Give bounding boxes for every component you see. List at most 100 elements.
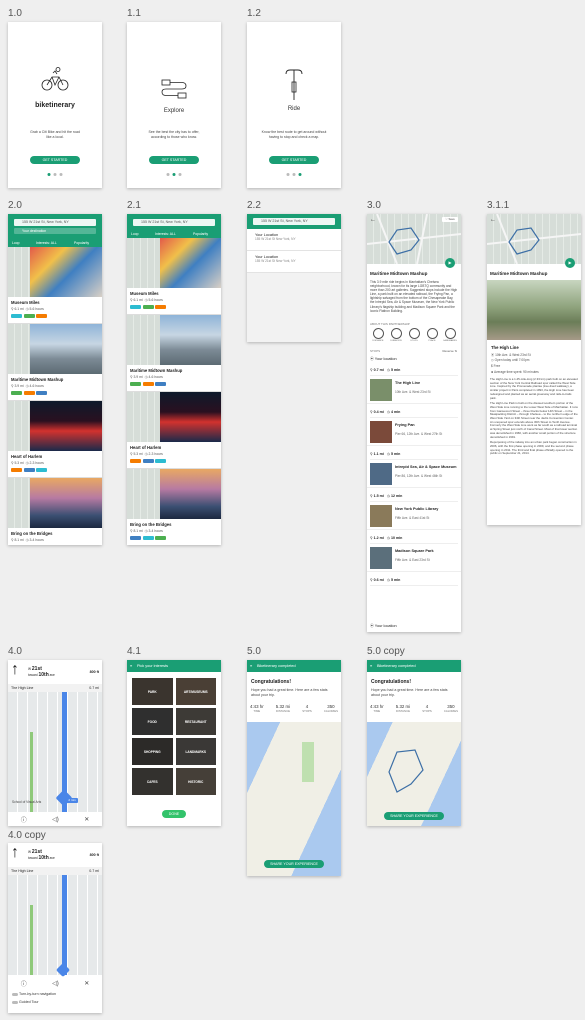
interest-tile[interactable]: CAFES [132, 768, 173, 795]
clock-icon: ◷ [386, 410, 390, 414]
route-card[interactable]: Maritime Midtown Mashup ⚲ 3.9 mi ◷ 4-6 ho… [127, 315, 221, 392]
navigation-map[interactable]: School of Visual Arts 2 min [8, 692, 102, 812]
paragraph: The High Line Park is built on the disus… [490, 401, 578, 439]
menu-icon[interactable]: ≡ [370, 660, 372, 672]
leg-distance: 1.1 mi [373, 452, 384, 456]
location-input[interactable]: 155 W 21st St, New York, NY [133, 219, 215, 226]
trip-stat: 350 CALORIES [444, 704, 458, 713]
completed-header: ≡ Biketinerary completed [367, 660, 461, 672]
interest-tile[interactable]: HISTORIC [175, 768, 216, 795]
turn-up-arrow-icon: ↑ [11, 661, 19, 678]
route-card[interactable]: Maritime Midtown Mashup ⚲ 3.9 mi ◷ 4-6 ho… [8, 324, 102, 401]
route-card[interactable]: Museum Miles ⚲ 6.1 mi ◷ 5-6 hours [8, 247, 102, 324]
interests-filter[interactable]: Interests: ALL [36, 239, 57, 247]
stop-row[interactable]: New York Public Library Fifth Ave. & East… [367, 502, 461, 530]
route-thumb-map [8, 478, 30, 528]
route-card[interactable]: Bring on the Bridges ⚲ 8.1 mi ◷ 3-4 hours [8, 478, 102, 545]
save-button[interactable]: ♡ Save [442, 217, 458, 222]
onboarding-screen-1: biketinerary Grab a Citi Bike and hit th… [8, 22, 102, 188]
stop-address: Pier 86, 12th Ave. & West 46th St [395, 474, 443, 478]
location-input[interactable]: 155 W 21st St, New York, NY [253, 218, 335, 225]
back-arrow-icon[interactable]: ← [490, 217, 496, 223]
toggle-switch[interactable] [12, 1000, 18, 1004]
trip-map[interactable] [367, 722, 461, 826]
bike-rider-icon [41, 67, 69, 91]
share-button[interactable]: SHARE YOUR EXPERIENCE [384, 812, 444, 820]
reverse-label: Reverse [442, 349, 454, 353]
interest-tag [155, 305, 166, 309]
interest-tile[interactable]: FOOD [132, 708, 173, 735]
reverse-button[interactable]: Reverse ⇅ [442, 349, 457, 353]
stop-time-spent: ⧗ Average time spent: 90 minutes [491, 370, 539, 374]
route-stats-icons: DISTANCE DURATION STOPS PLACE LANDMARKS [370, 328, 458, 342]
leg-distance: 0.7 mi [373, 368, 384, 372]
info-icon[interactable]: ⓘ [21, 979, 27, 988]
destination-input[interactable]: Your destination [14, 228, 96, 234]
stat-label: STOPS [410, 340, 418, 342]
nav-mode-option[interactable]: Turn-by-turn navigation [12, 992, 56, 996]
sort-select[interactable]: Popularity [193, 230, 208, 238]
route-card[interactable]: Heart of Harlem ⚲ 5.3 mi ◷ 2-3 hours [127, 392, 221, 469]
share-button[interactable]: SHARE YOUR EXPERIENCE [264, 860, 324, 868]
completed-title: Biketinerary completed [257, 664, 296, 668]
route-card[interactable]: Heart of Harlem ⚲ 5.3 mi ◷ 2-3 hours [8, 401, 102, 478]
turn-instruction: W 21st toward 10th ave [28, 666, 55, 678]
interest-tag [36, 314, 47, 318]
route-title: Museum Miles [130, 291, 159, 296]
stop-row[interactable]: Intrepid Sea, Air & Space Museum Pier 86,… [367, 460, 461, 488]
page-dots [166, 173, 182, 176]
route-card[interactable]: Bring on the Bridges ⚲ 8.1 mi ◷ 3-4 hours [127, 469, 221, 545]
interest-label: FOOD [147, 719, 157, 724]
back-arrow-icon[interactable]: ← [370, 217, 376, 223]
speaker-icon[interactable]: ◁) [52, 816, 59, 823]
stop-row[interactable]: Frying Pan Pier 66, 12th Ave. & West 27th… [367, 418, 461, 446]
nav-controls: ⓘ ◁) ✕ [8, 812, 102, 826]
screen-label: 4.1 [127, 646, 141, 657]
route-distance: 8.1 mi [133, 529, 143, 533]
speaker-icon[interactable]: ◁) [52, 980, 59, 987]
route-map[interactable]: ← ♡ Save ▶ [367, 214, 461, 268]
route-duration: 4-6 hours [29, 384, 44, 388]
menu-icon[interactable]: ≡ [130, 660, 132, 672]
get-started-button[interactable]: GET STARTED [30, 156, 80, 164]
loop-toggle[interactable]: Loop [12, 239, 20, 247]
search-header: 155 W 21st St, New York, NY [247, 214, 341, 229]
interest-tile[interactable]: SHOPPING [132, 738, 173, 765]
start-ride-button[interactable]: ▶ [565, 258, 575, 268]
interest-tile[interactable]: RESTAURANT [175, 708, 216, 735]
nav-mode-option[interactable]: Guided Tour [12, 1000, 39, 1004]
navigation-map[interactable] [8, 875, 102, 978]
interests-filter[interactable]: Interests: ALL [155, 230, 176, 238]
stop-row[interactable]: The High Line 10th Ave. & West 23rd St [367, 376, 461, 404]
sort-select[interactable]: Popularity [74, 239, 89, 247]
stop-row[interactable]: Madison Square Park Fifth Ave. & East 23r… [367, 544, 461, 572]
route-stat-icon: DURATION [388, 328, 404, 342]
route-card[interactable]: Museum Miles ⚲ 6.1 mi ◷ 5-6 hours [127, 238, 221, 315]
loop-toggle[interactable]: Loop [131, 230, 139, 238]
close-icon[interactable]: ✕ [84, 980, 89, 987]
route-duration: 4-6 hours [148, 375, 163, 379]
interest-label: CAFES [146, 779, 158, 784]
get-started-button[interactable]: GET STARTED [269, 156, 319, 164]
option-label: Turn-by-turn navigation [18, 992, 56, 996]
bike-lane [30, 905, 33, 975]
start-ride-button[interactable]: ▶ [445, 258, 455, 268]
option-label: Guided Tour [19, 1000, 39, 1004]
interest-tile[interactable]: LANDMARKS [175, 738, 216, 765]
stat-icon [426, 328, 438, 339]
interest-tile[interactable]: PARK [132, 678, 173, 705]
menu-icon[interactable]: ≡ [250, 660, 252, 672]
info-icon[interactable]: ⓘ [21, 815, 27, 824]
stop-thumb [370, 547, 392, 569]
close-icon[interactable]: ✕ [84, 816, 89, 823]
route-map[interactable]: ← ▶ [487, 214, 581, 268]
trip-map[interactable] [247, 722, 341, 876]
done-button[interactable]: DONE [162, 810, 186, 818]
interest-tile[interactable]: ART/MUSEUMS [175, 678, 216, 705]
get-started-button[interactable]: GET STARTED [149, 156, 199, 164]
stop-name: Frying Pan [395, 423, 415, 427]
toggle-switch[interactable] [12, 992, 18, 996]
location-input[interactable]: 155 W 21st St, New York, NY [14, 219, 96, 226]
location-suggestion[interactable]: Your Location 155 W 21st St New York, NY [247, 251, 341, 273]
location-suggestion[interactable]: Your Location 155 W 21st St New York, NY [247, 229, 341, 251]
